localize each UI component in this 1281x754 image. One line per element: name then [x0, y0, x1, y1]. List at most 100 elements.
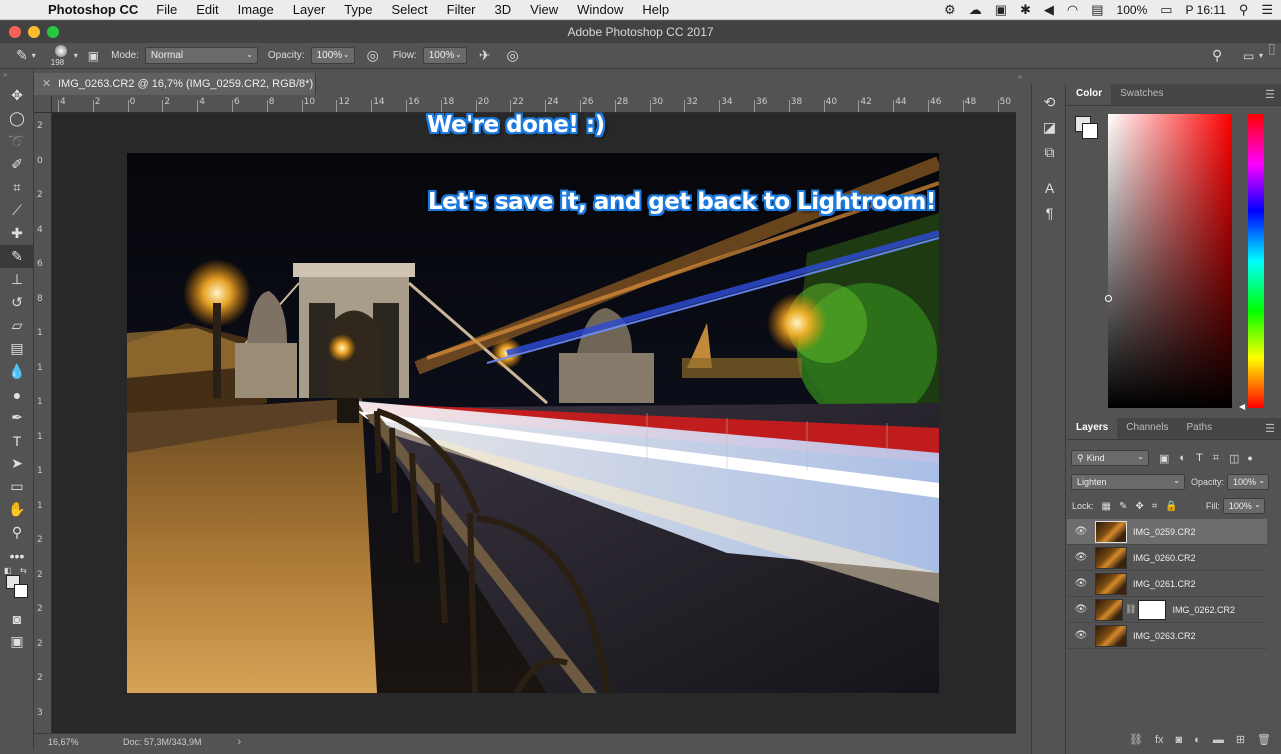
mask-link-icon[interactable]: ⛓	[1125, 604, 1136, 615]
flow-input[interactable]: 100% ⌄	[422, 47, 467, 64]
lock-all-icon[interactable]: 🔒	[1165, 501, 1177, 512]
add-mask-icon[interactable]: ◙	[1176, 734, 1183, 746]
dodge-tool-icon[interactable]: ●	[0, 383, 34, 406]
brush-settings-panel-icon[interactable]: ▣	[88, 49, 99, 63]
pressure-opacity-icon[interactable]: ◎	[367, 47, 379, 64]
brush-tool-icon[interactable]: ✎	[0, 245, 34, 268]
layer-name[interactable]: IMG_0263.CR2	[1133, 631, 1196, 641]
menu-3d[interactable]: 3D	[495, 2, 512, 17]
more-tools-icon[interactable]: •••	[0, 544, 34, 567]
menu-help[interactable]: Help	[642, 2, 669, 17]
bluetooth-icon[interactable]: ✱	[1020, 2, 1031, 18]
crop-tool-icon[interactable]: ⌗	[0, 176, 34, 199]
paragraph-panel-icon[interactable]: ¶	[1032, 200, 1067, 225]
filter-smart-object-icon[interactable]: ◫	[1229, 452, 1239, 465]
close-window-button[interactable]	[9, 26, 21, 38]
layer-style-icon[interactable]: fx	[1155, 734, 1164, 746]
menu-app-name[interactable]: Photoshop CC	[48, 2, 138, 17]
layer-filter-kind-select[interactable]: ⚲ Kind ⌄	[1071, 450, 1149, 466]
layer-row[interactable]: 👁 IMG_0263.CR2	[1067, 623, 1267, 649]
new-adjustment-layer-icon[interactable]: ◐	[1194, 734, 1201, 746]
hand-tool-icon[interactable]: ✋	[0, 498, 34, 521]
workspace-caret-icon[interactable]: ▾	[1259, 51, 1263, 60]
zoom-tool-icon[interactable]: ⚲	[0, 521, 34, 544]
type-tool-icon[interactable]: T	[0, 429, 34, 452]
new-group-icon[interactable]: ▬	[1213, 734, 1224, 746]
filter-type-icon[interactable]: T	[1196, 452, 1203, 464]
tab-channels[interactable]: Channels	[1117, 417, 1177, 439]
lock-position-icon[interactable]: ✥	[1135, 501, 1143, 512]
layer-mask-thumbnail[interactable]	[1138, 599, 1167, 620]
pen-tool-icon[interactable]: ✒	[0, 406, 34, 429]
hue-slider[interactable]	[1248, 114, 1264, 408]
blend-mode-select[interactable]: Lighten ⌄	[1071, 474, 1185, 490]
filter-shape-icon[interactable]: ⌗	[1213, 452, 1219, 465]
expand-panels-icon[interactable]: «	[1018, 72, 1022, 81]
color-field[interactable]	[1105, 114, 1232, 408]
document-tab[interactable]: ✕ IMG_0263.CR2 @ 16,7% (IMG_0259.CR2, RG…	[34, 73, 316, 112]
tab-color[interactable]: Color	[1067, 83, 1112, 105]
color-picker-marker[interactable]	[1105, 295, 1112, 302]
libraries-panel-icon[interactable]: ⧉	[1032, 140, 1067, 165]
color-swatches[interactable]: ◧ ⇆	[0, 566, 33, 607]
visibility-eye-icon[interactable]: 👁	[1067, 604, 1095, 615]
menu-file[interactable]: File	[156, 2, 177, 17]
options-scroll-icon[interactable]: ▯	[1268, 40, 1276, 57]
tab-paths[interactable]: Paths	[1178, 417, 1222, 439]
gradient-tool-icon[interactable]: ▤	[0, 337, 34, 360]
menu-type[interactable]: Type	[344, 2, 372, 17]
menu-window[interactable]: Window	[577, 2, 623, 17]
marquee-tool-icon[interactable]: ◯	[0, 107, 34, 130]
status-menu-icon[interactable]: ›	[238, 736, 242, 748]
lock-artboard-icon[interactable]: ⌗	[1152, 501, 1158, 512]
eyedropper-tool-icon[interactable]: ⟋	[0, 199, 34, 222]
zoom-window-button[interactable]	[47, 26, 59, 38]
zoom-level[interactable]: 16,67%	[48, 737, 103, 747]
path-selection-tool-icon[interactable]: ➤	[0, 452, 34, 475]
character-panel-icon[interactable]: A	[1032, 175, 1067, 200]
healing-brush-tool-icon[interactable]: ✚	[0, 222, 34, 245]
new-layer-icon[interactable]: ⊞	[1236, 733, 1245, 746]
battery-icon[interactable]: ▭	[1160, 2, 1172, 18]
menu-edit[interactable]: Edit	[196, 2, 218, 17]
menu-image[interactable]: Image	[238, 2, 274, 17]
search-icon[interactable]: ⚲	[1212, 47, 1222, 64]
menu-layer[interactable]: Layer	[293, 2, 326, 17]
close-tab-icon[interactable]: ✕	[42, 73, 51, 95]
blur-tool-icon[interactable]: 💧	[0, 360, 34, 383]
quick-selection-tool-icon[interactable]: ✐	[0, 153, 34, 176]
delete-layer-icon[interactable]: 🗑	[1257, 733, 1271, 746]
layer-name[interactable]: IMG_0261.CR2	[1133, 579, 1196, 589]
lock-image-icon[interactable]: ✎	[1119, 501, 1127, 512]
history-brush-tool-icon[interactable]: ↺	[0, 291, 34, 314]
visibility-eye-icon[interactable]: 👁	[1067, 552, 1095, 563]
quick-mask-icon[interactable]: ◙	[0, 607, 34, 630]
workspace-icon[interactable]: ▭	[1243, 49, 1254, 63]
menu-view[interactable]: View	[530, 2, 558, 17]
visibility-eye-icon[interactable]: 👁	[1067, 526, 1095, 537]
minimize-window-button[interactable]	[28, 26, 40, 38]
color-panel-swatches[interactable]	[1075, 116, 1098, 139]
tab-swatches[interactable]: Swatches	[1111, 83, 1172, 105]
layer-row[interactable]: 👁 ⛓ IMG_0262.CR2	[1067, 597, 1267, 623]
status-chat-icon[interactable]: ▣	[995, 2, 1007, 18]
tool-preset-caret-icon[interactable]: ▾	[32, 51, 36, 60]
clock[interactable]: P 16:11	[1186, 3, 1226, 17]
layer-row[interactable]: 👁 IMG_0260.CR2	[1067, 545, 1267, 571]
layer-name[interactable]: IMG_0259.CR2	[1133, 527, 1196, 537]
layer-row[interactable]: 👁 IMG_0259.CR2	[1067, 519, 1267, 545]
tools-collapse-icon[interactable]: »	[0, 70, 33, 84]
spotlight-icon[interactable]: ⚲	[1239, 2, 1249, 18]
mode-select[interactable]: Normal ⌄	[144, 47, 258, 64]
layer-name[interactable]: IMG_0262.CR2	[1172, 605, 1235, 615]
menu-filter[interactable]: Filter	[447, 2, 476, 17]
screen-mode-icon[interactable]: ▣	[0, 630, 34, 653]
lock-transparent-icon[interactable]: ▦	[1102, 501, 1111, 512]
clone-stamp-tool-icon[interactable]: ⊥	[0, 268, 34, 291]
filter-adjustment-icon[interactable]: ◐	[1179, 452, 1186, 464]
link-layers-icon[interactable]: ⛓	[1129, 733, 1143, 746]
rectangle-tool-icon[interactable]: ▭	[0, 475, 34, 498]
history-panel-icon[interactable]: ⟲	[1032, 90, 1067, 115]
tab-layers[interactable]: Layers	[1067, 417, 1118, 439]
status-cloud-icon[interactable]: ☁	[969, 2, 982, 18]
